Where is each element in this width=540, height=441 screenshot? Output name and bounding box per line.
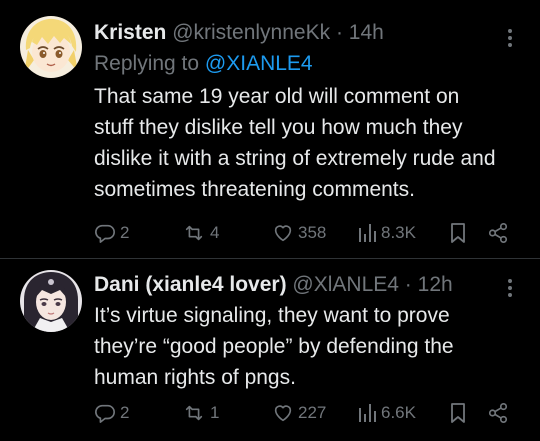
replying-to-mention[interactable]: @XIANLE4 <box>205 52 313 75</box>
more-icon <box>508 29 512 47</box>
retweet-icon <box>185 225 203 241</box>
action-bar: 2 4 358 8.3K <box>94 219 526 247</box>
bookmark-icon <box>451 403 465 423</box>
reply-count: 2 <box>120 223 130 242</box>
avatar-kristen[interactable] <box>20 16 82 78</box>
views-icon <box>359 404 376 422</box>
user-handle[interactable]: @kristenlynneKk <box>172 21 330 44</box>
reply-icon <box>95 404 115 423</box>
retweet-button[interactable]: 1 <box>182 399 219 427</box>
like-icon <box>274 225 292 242</box>
retweet-count: 1 <box>210 403 220 422</box>
like-count: 358 <box>298 223 327 242</box>
tweet-dani[interactable]: Dani (xianle4 lover) @XlANLE4 · 12h It’s… <box>0 259 540 441</box>
replying-to-line: Replying to @XIANLE4 <box>94 49 500 79</box>
like-icon <box>274 405 292 422</box>
tweet-header: Kristen @kristenlynneKk · 14h <box>94 20 500 46</box>
views-count: 6.6K <box>381 403 416 422</box>
tweet-header: Dani (xianle4 lover) @XlANLE4 · 12h <box>94 272 500 298</box>
bookmark-icon <box>451 223 465 243</box>
views-button[interactable]: 6.6K <box>357 399 416 427</box>
reply-button[interactable]: 2 <box>94 219 129 247</box>
avatar-dani[interactable] <box>20 270 82 332</box>
views-icon <box>359 224 376 242</box>
bookmark-button[interactable] <box>448 399 468 427</box>
more-options-button[interactable] <box>498 276 522 300</box>
tweet-text: That same 19 year old will comment on st… <box>94 85 496 201</box>
more-options-button[interactable] <box>498 26 522 50</box>
like-button[interactable]: 358 <box>272 219 326 247</box>
retweet-icon <box>185 405 203 421</box>
replying-to-label: Replying to <box>94 52 200 75</box>
separator-dot: · <box>335 21 343 44</box>
reply-count: 2 <box>120 403 130 422</box>
separator-dot: · <box>404 273 412 296</box>
like-button[interactable]: 227 <box>272 399 326 427</box>
bookmark-button[interactable] <box>448 219 468 247</box>
like-count: 227 <box>298 403 327 422</box>
share-icon <box>488 223 508 243</box>
tweet-kristen[interactable]: Kristen @kristenlynneKk · 14h Replying t… <box>0 0 540 259</box>
retweet-count: 4 <box>210 223 220 242</box>
views-count: 8.3K <box>381 223 416 242</box>
tweet-text: It’s virtue signaling, they want to prov… <box>94 304 454 389</box>
action-bar: 2 1 227 6.6K <box>94 399 526 427</box>
user-handle[interactable]: @XlANLE4 <box>292 273 399 296</box>
timestamp[interactable]: 14h <box>349 21 384 44</box>
more-icon <box>508 279 512 297</box>
share-icon <box>488 403 508 423</box>
display-name[interactable]: Kristen <box>94 21 166 44</box>
views-button[interactable]: 8.3K <box>357 219 416 247</box>
reply-button[interactable]: 2 <box>94 399 129 427</box>
reply-icon <box>95 224 115 243</box>
timestamp[interactable]: 12h <box>418 273 453 296</box>
share-button[interactable] <box>486 399 510 427</box>
share-button[interactable] <box>486 219 510 247</box>
retweet-button[interactable]: 4 <box>182 219 219 247</box>
display-name[interactable]: Dani (xianle4 lover) <box>94 273 287 296</box>
